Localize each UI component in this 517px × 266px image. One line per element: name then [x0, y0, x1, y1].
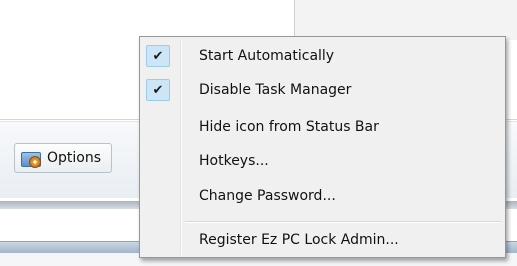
check-placeholder [146, 229, 170, 251]
menu-item-label: Change Password... [199, 188, 336, 204]
menu-item-start-automatically[interactable]: ✔ Start Automatically [142, 43, 503, 69]
check-placeholder [146, 185, 170, 207]
checkmark-icon: ✔ [146, 79, 170, 101]
menu-item-disable-task-manager[interactable]: ✔ Disable Task Manager [142, 77, 503, 103]
options-button-label: Options [47, 150, 102, 166]
context-menu: ✔ Start Automatically ✔ Disable Task Man… [139, 36, 506, 258]
menu-item-hotkeys[interactable]: Hotkeys... [142, 148, 503, 174]
menu-item-label: Hotkeys... [199, 153, 269, 169]
check-placeholder [146, 116, 170, 138]
window-side-panel [294, 0, 517, 40]
menu-item-change-password[interactable]: Change Password... [142, 183, 503, 209]
options-button[interactable]: Options [14, 143, 113, 173]
menu-gutter-divider [180, 39, 182, 255]
options-folder-gear-icon [21, 149, 41, 168]
menu-item-label: Hide icon from Status Bar [199, 119, 379, 135]
menu-item-label: Start Automatically [199, 48, 335, 64]
menu-item-hide-icon-from-status-bar[interactable]: Hide icon from Status Bar [142, 114, 503, 140]
menu-separator [185, 221, 501, 223]
menu-item-label: Disable Task Manager [199, 82, 352, 98]
checkmark-icon: ✔ [146, 45, 170, 67]
menu-item-label: Register Ez PC Lock Admin... [199, 232, 399, 248]
check-placeholder [146, 150, 170, 172]
menu-item-register[interactable]: Register Ez PC Lock Admin... [142, 227, 503, 253]
